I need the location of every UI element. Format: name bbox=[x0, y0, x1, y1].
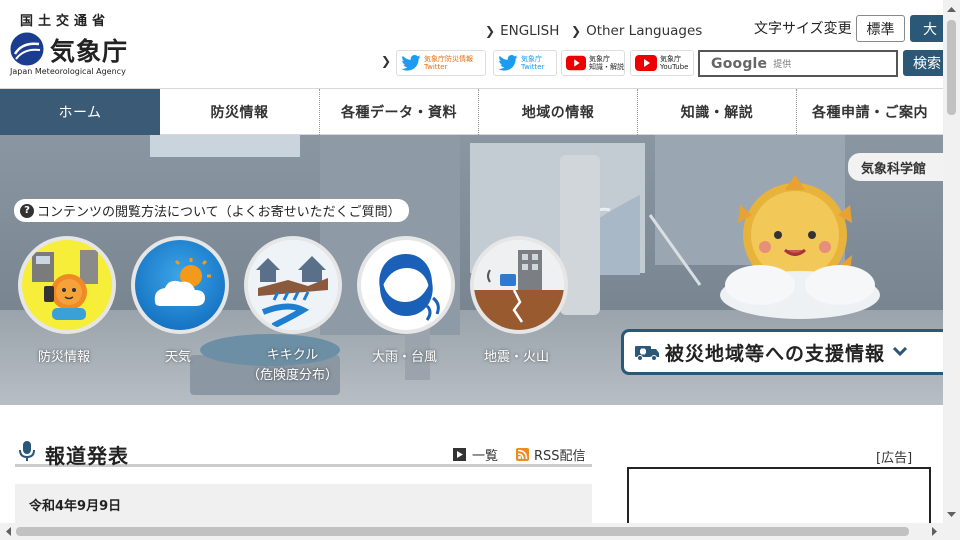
youtube-knowledge-link[interactable]: 気象庁 知識・解説 bbox=[561, 50, 625, 76]
typhoon-icon bbox=[361, 240, 451, 330]
rss-link[interactable]: RSS配信 bbox=[516, 445, 586, 464]
nav-applications[interactable]: 各種申請・ご案内 bbox=[796, 89, 943, 135]
disaster-info-icon bbox=[22, 240, 112, 330]
typhoon-button[interactable] bbox=[357, 236, 455, 334]
font-size-label: 文字サイズ変更 bbox=[754, 21, 852, 37]
disaster-info-label[interactable]: 防災情報 bbox=[38, 346, 90, 365]
press-release-header: 報道発表 一覧 RSS配信 bbox=[15, 437, 592, 468]
youtube-icon bbox=[566, 55, 586, 71]
chevron-right-icon: ❯ bbox=[485, 24, 496, 38]
font-size-large-button[interactable]: 大 bbox=[910, 15, 943, 42]
press-list-link[interactable]: 一覧 bbox=[453, 445, 498, 464]
ad-banner[interactable] bbox=[627, 467, 931, 523]
agency-english-name: Japan Meteorological Agency bbox=[10, 67, 126, 76]
search-button[interactable]: 検索 bbox=[903, 50, 943, 76]
nav-home[interactable]: ホーム bbox=[0, 89, 160, 135]
scroll-down-icon[interactable] bbox=[943, 508, 960, 522]
nav-disaster-info[interactable]: 防災情報 bbox=[160, 89, 319, 135]
rss-icon bbox=[516, 448, 529, 461]
other-languages-link[interactable]: ❯ Other Languages bbox=[571, 23, 702, 39]
scroll-left-icon[interactable] bbox=[1, 523, 15, 540]
disaster-support-button[interactable]: 被災地域等への支援情報 bbox=[621, 329, 943, 375]
chevron-down-icon bbox=[893, 347, 908, 357]
weather-button[interactable] bbox=[131, 236, 229, 334]
agency-logo[interactable]: 国土交通省 気象庁 Japan Meteorological Agency bbox=[10, 8, 150, 80]
nav-regional-info[interactable]: 地域の情報 bbox=[478, 89, 637, 135]
question-icon: ? bbox=[20, 203, 34, 218]
microphone-icon bbox=[19, 441, 35, 461]
kikikuru-label[interactable]: キキクル （危険度分布） bbox=[247, 346, 338, 386]
site-header: 国土交通省 気象庁 Japan Meteorological Agency ❯ E… bbox=[0, 0, 943, 88]
youtube-channel-link[interactable]: 気象庁 YouTube bbox=[630, 50, 694, 76]
hero-banner: 気象科学館 ? コンテンツの閲覧方法について（よくお寄せいただくご質問） 防災情… bbox=[0, 135, 943, 405]
science-museum-link[interactable]: 気象科学館 bbox=[848, 153, 943, 181]
chevron-right-icon: ❯ bbox=[571, 24, 582, 38]
twitter-jma-link[interactable]: 気象庁 Twitter bbox=[493, 50, 557, 76]
vertical-scrollbar[interactable] bbox=[943, 0, 960, 523]
nav-knowledge[interactable]: 知識・解説 bbox=[637, 89, 796, 135]
press-release-section: 報道発表 一覧 RSS配信 bbox=[15, 437, 592, 468]
scroll-up-icon[interactable] bbox=[943, 2, 960, 16]
agency-name: 気象庁 bbox=[50, 37, 129, 66]
disaster-info-button[interactable] bbox=[18, 236, 116, 334]
earthquake-volcano-icon bbox=[474, 240, 564, 330]
horizontal-scroll-thumb[interactable] bbox=[16, 527, 909, 536]
weather-label[interactable]: 天気 bbox=[165, 346, 191, 365]
search-input[interactable]: Google 提供 bbox=[698, 50, 898, 77]
global-nav: ホーム 防災情報 各種データ・資料 地域の情報 知識・解説 各種申請・ご案内 bbox=[0, 88, 943, 135]
faq-link[interactable]: ? コンテンツの閲覧方法について（よくお寄せいただくご質問） bbox=[14, 199, 409, 222]
page: 国土交通省 気象庁 Japan Meteorological Agency ❯ E… bbox=[0, 0, 943, 523]
twitter-disaster-link[interactable]: 気象庁防災情報 Twitter bbox=[396, 50, 486, 76]
twitter-icon bbox=[401, 55, 421, 71]
google-logo: Google bbox=[711, 55, 768, 72]
ambulance-icon bbox=[635, 346, 659, 361]
twitter-icon bbox=[498, 55, 518, 71]
earthquake-volcano-button[interactable] bbox=[470, 236, 568, 334]
nav-data[interactable]: 各種データ・資料 bbox=[319, 89, 478, 135]
weather-icon bbox=[135, 240, 225, 330]
heavy-rain-typhoon-label[interactable]: 大雨・台風 bbox=[372, 346, 437, 365]
jma-logo-icon bbox=[10, 32, 44, 66]
vertical-scroll-thumb[interactable] bbox=[947, 20, 956, 115]
press-release-date: 令和4年9月9日 bbox=[15, 484, 592, 523]
youtube-icon bbox=[635, 55, 657, 71]
ministry-name: 国土交通省 bbox=[20, 14, 111, 29]
search-provider-label: 提供 bbox=[773, 60, 792, 70]
font-size-standard-button[interactable]: 標準 bbox=[856, 15, 905, 42]
play-box-icon bbox=[453, 448, 466, 461]
kikikuru-button[interactable] bbox=[244, 236, 342, 334]
chevron-right-icon: ❯ bbox=[381, 54, 392, 68]
scroll-right-icon[interactable] bbox=[928, 523, 942, 540]
ad-label: [広告] bbox=[876, 451, 913, 466]
english-link[interactable]: ❯ ENGLISH bbox=[485, 23, 559, 39]
kikikuru-icon bbox=[248, 240, 338, 330]
press-release-title: 報道発表 bbox=[45, 444, 129, 468]
horizontal-scrollbar[interactable] bbox=[0, 523, 960, 540]
earthquake-volcano-label[interactable]: 地震・火山 bbox=[484, 346, 549, 365]
